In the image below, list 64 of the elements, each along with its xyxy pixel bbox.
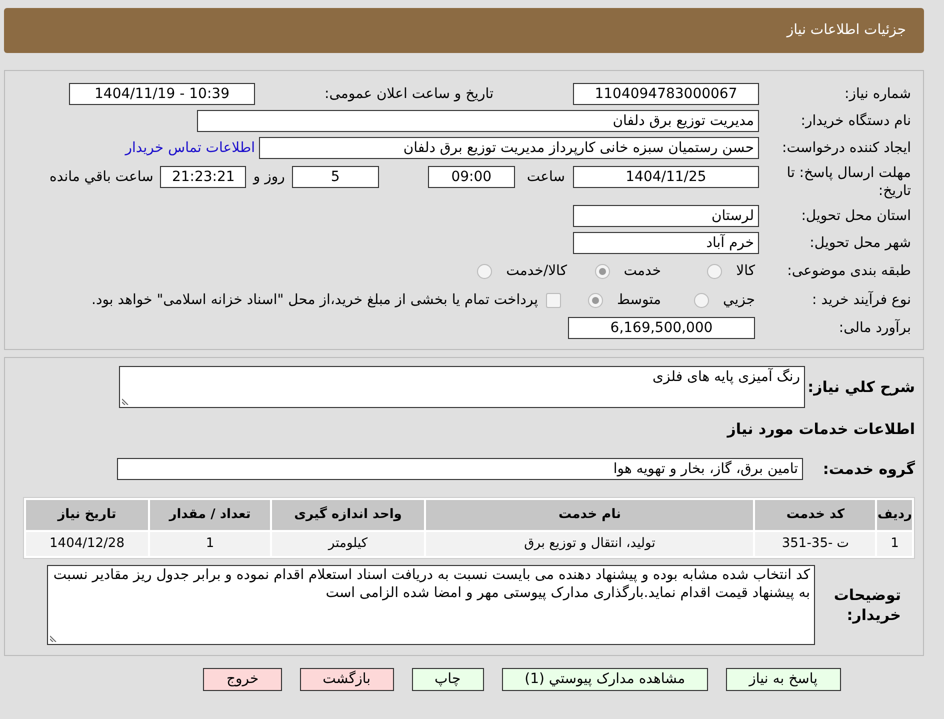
header-title: جزئیات اطلاعات نیاز [786, 21, 906, 40]
table-cell: 1404/12/28 [26, 532, 148, 556]
column-header: نام خدمت [426, 500, 754, 530]
column-header: واحد اندازه گیری [272, 500, 424, 530]
field-label: گروه خدمت: [822, 460, 915, 478]
summary-textarea[interactable]: رنگ آمیزی پایه های فلزی [119, 366, 805, 408]
checkbox[interactable] [546, 292, 561, 308]
remaining-time-field: 21:23:21 [160, 166, 246, 188]
need-number-field: 1104094783000067 [573, 83, 759, 105]
table-cell: تولید، انتقال و توزیع برق [426, 532, 754, 556]
radio-label: خدمت [624, 262, 661, 280]
field-label: تاریخ و ساعت اعلان عمومی: [324, 84, 494, 104]
city-field: خرم آباد [573, 232, 759, 254]
field-label: استان محل تحویل: [801, 206, 911, 226]
field-label: روز و [253, 168, 285, 186]
field-label: مهلت ارسال پاسخ: تا تاریخ: [786, 164, 911, 200]
section-title: اطلاعات خدمات مورد نياز [726, 419, 915, 440]
field-label: نام دستگاه خریدار: [800, 112, 911, 130]
action-button[interactable]: پاسخ به نياز [726, 668, 841, 690]
table-cell: کیلومتر [272, 532, 424, 556]
exit-button[interactable]: خروج [203, 668, 282, 690]
radio-label: کالا/خدمت [506, 262, 567, 280]
notes-textarea[interactable]: کد انتخاب شده مشابه بوده و پیشنهاد دهنده می بایست نسبت به دریافت اسناد استعلام اقدام نموده و برابر جدول ریز مقادیر نسبت به پیشنهاد قیمت اقدام نماید.بارگذاری مدارک پیوستی مهر و امضا شده الزامی است [47, 564, 815, 644]
requester-field: حسن رستمیان سبزه خانی کارپرداز مدیریت توزیع برق دلفان [259, 137, 759, 159]
buyer-field: مدیریت توزیع برق دلفان [197, 110, 759, 132]
radio-button[interactable] [588, 292, 604, 308]
field-label: ساعت [526, 168, 565, 186]
exit-button[interactable]: بازگشت [300, 668, 394, 690]
buyer-contact-link[interactable]: اطلاعات تماس خریدار [125, 138, 255, 158]
table-cell: 1 [150, 532, 270, 556]
deadline-time-field: 09:00 [428, 166, 515, 188]
field-label: شرح کلي نياز: [808, 378, 915, 396]
field-label: ایجاد کننده درخواست: [782, 138, 911, 158]
province-field: لرستان [573, 205, 759, 227]
radio-button[interactable] [707, 264, 722, 278]
days-field: 5 [292, 166, 379, 188]
column-header: تاریخ نیاز [26, 500, 148, 530]
radio-label: جزيي [723, 290, 755, 310]
radio-button[interactable] [694, 292, 710, 308]
resize-grip-icon [122, 398, 129, 405]
radio-button[interactable] [594, 264, 610, 278]
field-label: ساعت باقي مانده [50, 168, 154, 186]
field-label: طبقه بندی موضوعی: [787, 262, 911, 280]
announce-date-field: 1404/11/19 - 10:39 [69, 83, 255, 105]
resize-grip-icon [50, 634, 57, 642]
treasury-note: پرداخت تمام یا بخشی از مبلغ خرید،از محل "اسناد خزانه اسلامی" خواهد بود. [92, 290, 538, 310]
deadline-date-field: 1404/11/25 [573, 166, 759, 188]
action-button[interactable]: مشاهده مدارک پيوستي (1) [502, 668, 708, 690]
table-cell: ت -35-351 [755, 532, 876, 556]
service-group-field: تامین برق، گاز، بخار و تهویه هوا [117, 458, 803, 480]
column-header: تعداد / مقدار [150, 500, 270, 530]
table-cell: 1 [877, 532, 912, 556]
budget-field: 6,169,500,000 [568, 317, 755, 339]
column-header: کد خدمت [755, 500, 876, 530]
field-label: توضیحات خریدار: [832, 584, 901, 624]
field-label: شهر محل تحویل: [810, 234, 911, 252]
field-label: برآورد مالی: [838, 318, 911, 338]
action-button[interactable]: چاپ [412, 668, 484, 690]
radio-button[interactable] [477, 264, 492, 278]
radio-label: متوسط [617, 290, 661, 310]
field-label: نوع فرآیند خرید : [812, 290, 911, 310]
radio-label: کالا [736, 262, 755, 280]
field-label: شماره نیاز: [844, 84, 911, 104]
column-header: ردیف [877, 500, 912, 530]
